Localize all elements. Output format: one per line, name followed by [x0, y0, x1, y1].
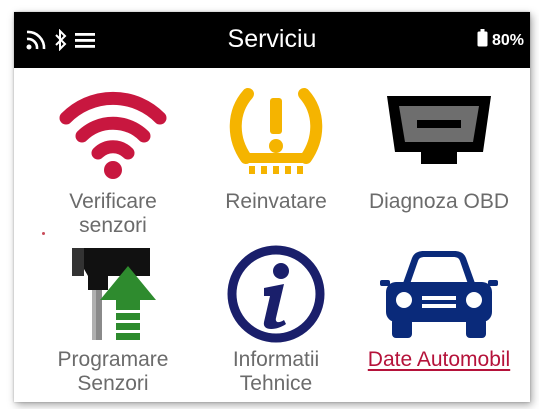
tile-date-automobil[interactable]: Date Automobil	[358, 238, 520, 402]
tile-label-line1[interactable]: Date Automobil	[358, 348, 520, 372]
tile-label-line1: Programare	[57, 348, 169, 371]
tile-label-line1: Reinvatare	[225, 190, 327, 213]
device-screen: Serviciu 80% Verificare senzori Reinvata…	[14, 12, 530, 402]
tile-label-line2: Tehnice	[239, 372, 313, 395]
tile-informatii-tehnice[interactable]: Informatii Tehnice	[195, 238, 357, 402]
tile-diagnoza-obd[interactable]: Diagnoza OBD	[358, 68, 520, 238]
tile-reinvatare[interactable]: Reinvatare	[195, 68, 357, 238]
car-icon	[358, 248, 520, 344]
tile-label-line2: Senzori	[77, 372, 149, 395]
status-bar: Serviciu 80%	[14, 12, 530, 68]
battery-percentage: 80%	[491, 31, 524, 49]
tile-label-line1: Diagnoza OBD	[368, 190, 510, 213]
page-title: Serviciu	[227, 25, 317, 53]
tile-label-line1: Verificare	[69, 190, 157, 213]
obd-connector-icon	[358, 90, 520, 174]
wifi-signal-icon	[32, 84, 194, 180]
battery-status: 80%	[477, 29, 524, 52]
sensor-program-icon	[32, 242, 194, 346]
tile-verificare-senzori[interactable]: Verificare senzori	[32, 68, 194, 238]
tpms-warning-icon	[195, 86, 357, 178]
info-icon	[195, 244, 357, 344]
tile-programare-senzori[interactable]: Programare Senzori	[32, 238, 194, 402]
tile-label-line2: senzori	[79, 214, 147, 237]
tile-label-line1: Informatii	[232, 348, 320, 371]
battery-icon	[477, 29, 488, 52]
screen-speck	[42, 232, 45, 235]
